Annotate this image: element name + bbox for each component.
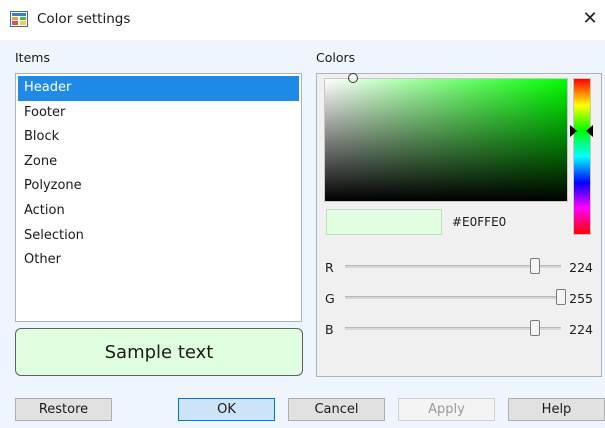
slider-r-value: 224 <box>569 260 593 275</box>
ok-button[interactable]: OK <box>178 398 275 421</box>
list-item-zone[interactable]: Zone <box>18 150 299 175</box>
items-list[interactable]: Header Footer Block Zone Polyzone Action… <box>15 73 302 322</box>
color-palette-icon <box>10 11 28 27</box>
colors-label: Colors <box>316 50 356 65</box>
slider-b-thumb[interactable] <box>529 320 540 336</box>
slider-r-track[interactable] <box>345 265 561 268</box>
slider-g-track[interactable] <box>345 296 561 299</box>
hue-slider[interactable] <box>573 78 591 235</box>
hex-value: #E0FFE0 <box>452 215 507 229</box>
list-item-block[interactable]: Block <box>18 125 299 150</box>
slider-r-thumb[interactable] <box>529 258 540 274</box>
list-item-footer[interactable]: Footer <box>18 101 299 126</box>
list-item-action[interactable]: Action <box>18 199 299 224</box>
close-button[interactable]: ✕ <box>578 6 602 32</box>
sample-text: Sample text <box>104 341 214 363</box>
slider-g-label: G <box>325 291 335 306</box>
cancel-button[interactable]: Cancel <box>288 398 385 421</box>
slider-b-track[interactable] <box>345 327 561 330</box>
hue-marker-left-icon[interactable] <box>570 125 577 137</box>
slider-g-value: 255 <box>569 291 593 306</box>
slider-b-value: 224 <box>569 322 593 337</box>
slider-r-label: R <box>325 260 334 275</box>
list-item-header[interactable]: Header <box>18 76 299 101</box>
sample-text-preview: Sample text <box>15 328 303 376</box>
window-title: Color settings <box>37 11 131 27</box>
hue-marker-right-icon[interactable] <box>586 125 593 137</box>
list-item-other[interactable]: Other <box>18 248 299 273</box>
slider-b-label: B <box>325 322 334 337</box>
close-icon: ✕ <box>582 8 598 29</box>
color-swatch <box>326 209 442 235</box>
saturation-value-picker[interactable] <box>324 78 568 202</box>
restore-button[interactable]: Restore <box>15 398 112 421</box>
list-item-selection[interactable]: Selection <box>18 224 299 249</box>
help-button[interactable]: Help <box>508 398 605 421</box>
picker-handle[interactable] <box>348 73 358 83</box>
list-item-polyzone[interactable]: Polyzone <box>18 174 299 199</box>
title-bar: Color settings ✕ <box>0 0 605 40</box>
apply-button: Apply <box>398 398 495 421</box>
items-label: Items <box>15 50 50 65</box>
